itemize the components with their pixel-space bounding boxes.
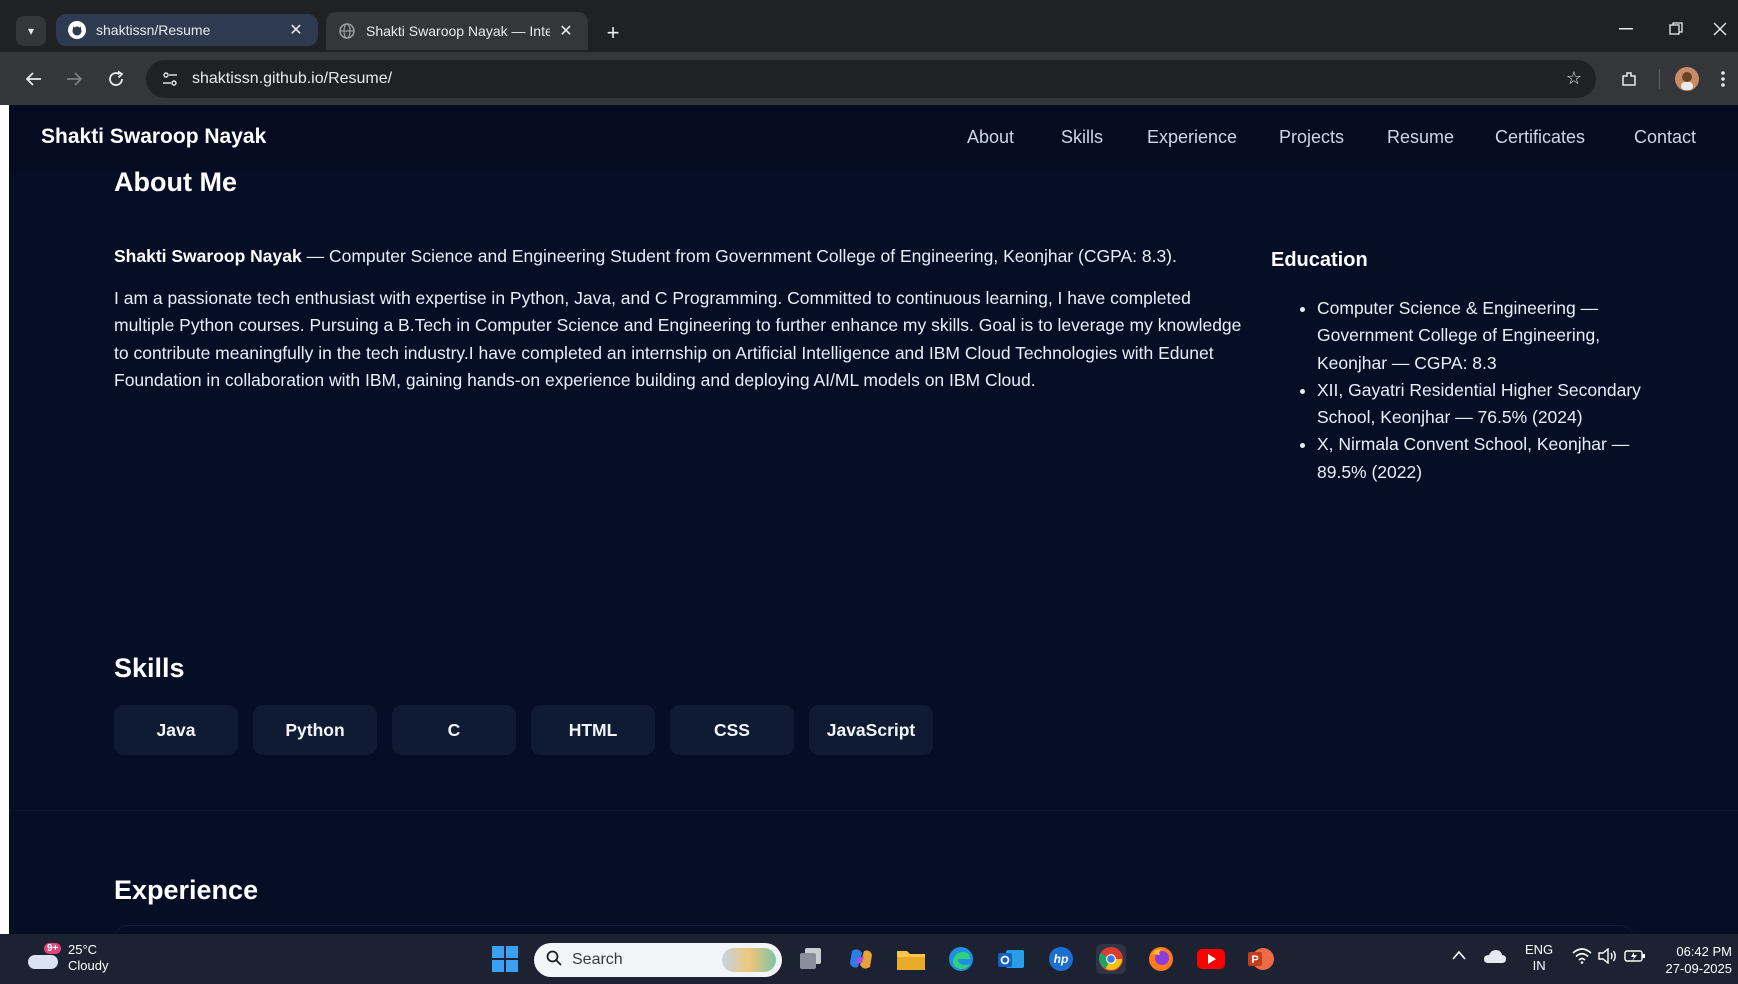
windows-start-icon[interactable] (490, 944, 520, 974)
about-body: I am a passionate tech enthusiast with e… (114, 288, 1242, 390)
file-explorer-icon[interactable] (896, 944, 926, 974)
back-icon[interactable] (19, 64, 49, 94)
chevron-down-icon: ▾ (27, 24, 35, 38)
outlook-icon[interactable] (996, 944, 1026, 974)
forward-icon[interactable] (59, 64, 89, 94)
weather-temperature: 25°C (68, 942, 98, 957)
taskbar-search[interactable]: Search (534, 943, 782, 977)
education-title: Education (1271, 249, 1368, 271)
youtube-icon[interactable] (1196, 944, 1226, 974)
svg-text:hp: hp (1054, 952, 1069, 966)
tab-github[interactable]: shaktissn/Resume ✕ (56, 14, 318, 46)
about-name: Shakti Swaroop Nayak (114, 246, 302, 266)
taskbar: 9+ 25°C Cloudy Search hp P ENG IN 06:42 … (0, 934, 1738, 984)
skill-chip-java: Java (114, 705, 238, 755)
skill-chip-html: HTML (531, 705, 655, 755)
tab-title: shaktissn/Resume (96, 22, 211, 38)
nav-experience[interactable]: Experience (1147, 127, 1237, 148)
site-settings-icon[interactable] (158, 67, 182, 91)
nav-certificates[interactable]: Certificates (1495, 127, 1585, 148)
globe-icon (338, 22, 356, 40)
avatar[interactable] (1672, 64, 1702, 94)
firefox-icon[interactable] (1146, 944, 1176, 974)
address-bar[interactable]: shaktissn.github.io/Resume/ ☆ (146, 60, 1596, 98)
skills-list: Java Python C HTML CSS JavaScript (114, 705, 933, 755)
wifi-icon[interactable] (1572, 948, 1592, 967)
nav-contact[interactable]: Contact (1634, 127, 1696, 148)
language-indicator[interactable]: ENG IN (1525, 942, 1553, 974)
clock-date: 27-09-2025 (1665, 961, 1733, 976)
skill-chip-javascript: JavaScript (809, 705, 933, 755)
about-intro-text: — Computer Science and Engineering Stude… (301, 246, 1177, 266)
browser-toolbar: shaktissn.github.io/Resume/ ☆ (0, 52, 1738, 105)
search-highlight-image (722, 948, 776, 972)
browser-chrome: ▾ shaktissn/Resume ✕ Shakti Swaroop Naya… (0, 0, 1738, 105)
minimize-icon[interactable] (1606, 16, 1646, 42)
tab-strip: ▾ shaktissn/Resume ✕ Shakti Swaroop Naya… (0, 6, 1738, 52)
weather-badge: 9+ (44, 943, 62, 954)
experience-card (114, 925, 1634, 934)
section-divider (9, 810, 1738, 811)
nav-skills[interactable]: Skills (1061, 127, 1103, 148)
tab-title: Shakti Swaroop Nayak — Intera (366, 23, 550, 39)
close-icon[interactable]: ✕ (286, 20, 306, 40)
language-code: ENG (1525, 942, 1554, 957)
education-item: X, Nirmala Convent School, Keonjhar — 89… (1317, 431, 1651, 486)
weather-condition: Cloudy (68, 958, 109, 973)
github-icon (68, 21, 86, 39)
weather-widget[interactable]: 9+ 25°C Cloudy (28, 942, 108, 974)
about-intro: Shakti Swaroop Nayak — Computer Science … (114, 243, 1264, 270)
chevron-up-icon[interactable] (1452, 948, 1466, 963)
experience-title: Experience (114, 875, 259, 905)
extensions-icon[interactable] (1614, 64, 1644, 94)
tab-search-button[interactable]: ▾ (16, 16, 46, 46)
clock-time: 06:42 PM (1676, 944, 1732, 959)
onedrive-icon[interactable] (1484, 949, 1506, 966)
close-icon[interactable]: ✕ (556, 21, 576, 41)
bookmark-star-icon[interactable]: ☆ (1566, 68, 1582, 89)
nav-resume[interactable]: Resume (1387, 127, 1454, 148)
reload-icon[interactable] (101, 64, 131, 94)
window-close-icon[interactable] (1700, 16, 1738, 42)
skills-title: Skills (114, 653, 185, 683)
search-icon (546, 950, 562, 971)
about-title: About Me (114, 167, 237, 197)
tab-portfolio[interactable]: Shakti Swaroop Nayak — Intera ✕ (326, 12, 588, 50)
skill-chip-c: C (392, 705, 516, 755)
powerpoint-icon[interactable]: P (1246, 944, 1276, 974)
chrome-icon[interactable] (1096, 944, 1126, 974)
menu-icon[interactable] (1708, 64, 1738, 94)
toolbar-divider (1645, 64, 1675, 94)
new-tab-button[interactable]: + (600, 20, 626, 46)
education-item: XII, Gayatri Residential Higher Secondar… (1317, 377, 1651, 432)
battery-icon[interactable] (1624, 948, 1646, 967)
volume-icon[interactable] (1598, 947, 1618, 967)
edge-icon[interactable] (946, 944, 976, 974)
system-clock[interactable]: 06:42 PM 27-09-2025 (1666, 943, 1733, 977)
restore-icon[interactable] (1656, 16, 1696, 42)
search-label: Search (572, 951, 623, 968)
url-text[interactable]: shaktissn.github.io/Resume/ (192, 70, 392, 88)
education-list: Computer Science & Engineering — Governm… (1301, 295, 1651, 486)
skill-chip-python: Python (253, 705, 377, 755)
nav-projects[interactable]: Projects (1279, 127, 1344, 148)
cloud-icon: 9+ (28, 943, 62, 969)
skill-chip-css: CSS (670, 705, 794, 755)
copilot-icon[interactable] (846, 944, 876, 974)
region-code: IN (1532, 958, 1546, 973)
task-view-icon[interactable] (796, 944, 826, 974)
site-header: Shakti Swaroop Nayak About Skills Experi… (9, 105, 1738, 171)
hp-icon[interactable]: hp (1046, 944, 1076, 974)
education-item: Computer Science & Engineering — Governm… (1317, 295, 1651, 377)
nav-about[interactable]: About (967, 127, 1014, 148)
svg-text:P: P (1251, 954, 1258, 966)
site-brand[interactable]: Shakti Swaroop Nayak (41, 125, 266, 149)
page-viewport: Shakti Swaroop Nayak About Skills Experi… (9, 105, 1738, 934)
